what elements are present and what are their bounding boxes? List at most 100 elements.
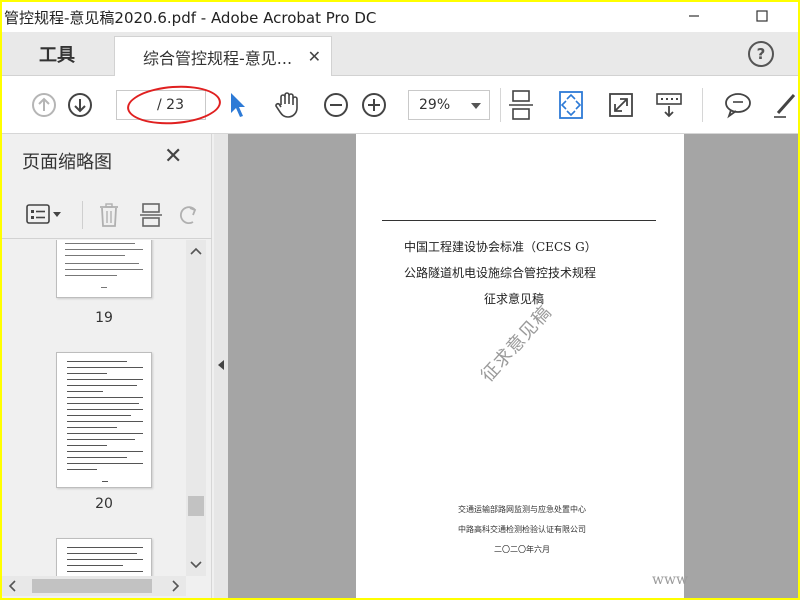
previous-page-button[interactable]: [30, 91, 58, 119]
draft-watermark: 征求意见稿: [477, 301, 557, 387]
plus-circle-icon: [362, 93, 386, 117]
title-bar: 管控规程-意见稿2020.6.pdf - Adobe Acrobat Pro D…: [2, 2, 798, 32]
thumbnail-text: [65, 243, 135, 244]
document-footer-org-1: 交通运输部路网监测与应急处置中心: [458, 505, 586, 514]
thumbnail-text: [67, 397, 143, 398]
scrollbar-thumb[interactable]: [32, 579, 152, 593]
toolbar-divider: [82, 201, 83, 229]
toolbar-divider: [500, 88, 501, 122]
thumbnail-text: [67, 469, 97, 470]
comment-icon: [725, 93, 751, 119]
document-footer-date: 二〇二〇年六月: [494, 545, 550, 554]
chevron-down-icon: [471, 103, 481, 109]
fit-width-button[interactable]: [506, 88, 536, 122]
chevron-left-icon[interactable]: [6, 576, 20, 596]
thumbnail-page-19[interactable]: [56, 240, 152, 298]
chevron-right-icon[interactable]: [168, 576, 182, 596]
thumbnail-list: 19 20: [2, 240, 186, 576]
zoom-out-button[interactable]: [322, 91, 350, 119]
document-heading-2: 公路隧道机电设施综合管控技术规程: [404, 266, 597, 280]
thumbnail-text: [67, 385, 137, 386]
chevron-down-icon[interactable]: [186, 558, 206, 572]
thumbnail-text: [67, 439, 135, 440]
acrobat-window: 管控规程-意见稿2020.6.pdf - Adobe Acrobat Pro D…: [2, 2, 798, 598]
document-heading-1: 中国工程建设协会标准（CECS G）: [404, 240, 597, 254]
thumbnail-vertical-scrollbar[interactable]: [186, 240, 206, 576]
full-screen-button[interactable]: [606, 90, 636, 120]
thumbnail-text: [67, 409, 143, 410]
document-tab-label: 综合管控规程-意见...: [143, 48, 293, 68]
minimize-button[interactable]: [674, 2, 714, 30]
thumbnail-text: [101, 287, 107, 288]
tab-document[interactable]: 综合管控规程-意见... ✕: [114, 36, 332, 76]
thumbnail-text: [67, 547, 143, 548]
keyboard-scroll-icon: [656, 93, 682, 118]
trash-icon: [100, 203, 118, 227]
overlay-watermark-text: www: [652, 572, 688, 588]
thumbnail-text: [67, 457, 127, 458]
thumbnail-page-20[interactable]: [56, 352, 152, 488]
thumbnail-text: [65, 255, 125, 256]
thumbnail-text: [67, 367, 143, 368]
insert-page-icon: [140, 203, 162, 227]
minimize-icon: [689, 15, 699, 17]
options-menu-button[interactable]: [24, 201, 64, 227]
thumbnail-text: [67, 433, 143, 434]
close-tab-icon[interactable]: ✕: [308, 47, 321, 66]
maximize-button[interactable]: [742, 2, 782, 30]
thumbnail-text: [67, 361, 127, 362]
thumbnail-text: [65, 249, 143, 250]
collapse-panel-button[interactable]: [214, 134, 228, 598]
panel-title: 页面缩略图: [22, 152, 112, 173]
maximize-icon: [756, 10, 768, 22]
thumbnail-text: [67, 445, 107, 446]
page-header-rule: [382, 220, 656, 221]
rotate-icon: [180, 206, 197, 225]
chevron-up-icon[interactable]: [186, 244, 206, 258]
highlight-button[interactable]: [772, 90, 798, 120]
document-view[interactable]: 中国工程建设协会标准（CECS G） 公路隧道机电设施综合管控技术规程 征求意见…: [228, 134, 798, 598]
thumbnail-text: [67, 559, 143, 560]
rotate-page-button[interactable]: [178, 201, 200, 229]
thumbnail-text: [67, 451, 143, 452]
zoom-value: 29%: [419, 97, 451, 113]
fit-width-icon: [509, 90, 533, 120]
hand-tool-button[interactable]: [272, 90, 302, 120]
scroll-mode-button[interactable]: [654, 90, 684, 120]
close-panel-icon[interactable]: ✕: [164, 144, 182, 169]
hand-icon: [275, 92, 298, 118]
thumbnail-number: 19: [95, 310, 113, 326]
zoom-in-button[interactable]: [360, 91, 388, 119]
thumbnail-text: [67, 463, 143, 464]
tab-tools[interactable]: 工具: [2, 32, 112, 76]
help-button[interactable]: ?: [748, 41, 774, 67]
tab-bar: 工具 综合管控规程-意见... ✕ ?: [2, 32, 798, 76]
pen-icon: [774, 94, 796, 118]
fit-page-icon: [559, 91, 583, 119]
thumbnail-text: [65, 275, 117, 276]
thumbnail-text: [67, 427, 117, 428]
thumbnail-number: 20: [95, 496, 113, 512]
next-page-button[interactable]: [66, 91, 94, 119]
thumbnail-horizontal-scrollbar[interactable]: [2, 576, 186, 596]
minus-circle-icon: [324, 93, 348, 117]
thumbnail-text: [67, 415, 131, 416]
select-tool-button[interactable]: [226, 90, 248, 120]
comment-button[interactable]: [722, 90, 754, 120]
arrow-down-circle-icon: [68, 93, 92, 117]
insert-page-button[interactable]: [138, 201, 164, 229]
scrollbar-thumb[interactable]: [188, 496, 204, 516]
thumbnail-text: [65, 269, 143, 270]
thumbnail-page-21[interactable]: [56, 538, 152, 576]
fit-page-button[interactable]: [556, 88, 586, 122]
zoom-select[interactable]: 29%: [408, 90, 490, 120]
main-toolbar: / 23 29%: [2, 76, 798, 134]
delete-page-button[interactable]: [96, 201, 122, 229]
thumbnail-text: [65, 263, 139, 264]
thumbnail-text: [67, 403, 139, 404]
thumbnail-text: [102, 481, 108, 482]
window-title: 管控规程-意见稿2020.6.pdf - Adobe Acrobat Pro D…: [4, 8, 377, 27]
thumbnail-text: [67, 421, 143, 422]
arrow-up-circle-icon: [32, 93, 56, 117]
page-thumbnails-panel: 页面缩略图 ✕ 19 20: [2, 134, 212, 598]
